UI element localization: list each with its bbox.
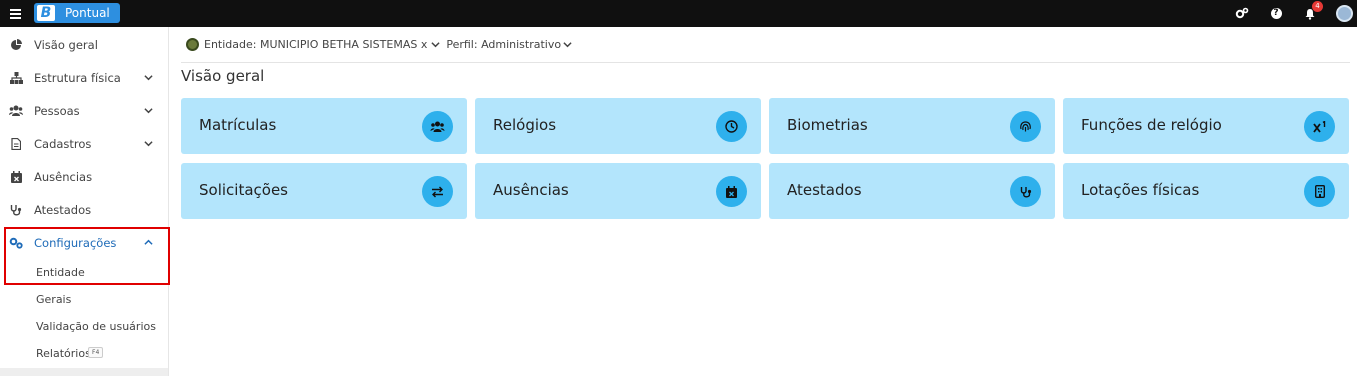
sidebar-item-label: Visão geral xyxy=(34,37,98,52)
sidebar-item-label: Cadastros xyxy=(34,136,92,151)
users-icon xyxy=(422,111,453,142)
chevron-down-icon xyxy=(144,141,153,147)
card-label: Matrículas xyxy=(199,116,277,134)
brand-letter: B xyxy=(37,5,55,21)
sidebar-item-atestados[interactable]: Atestados xyxy=(0,193,168,226)
menu-icon[interactable] xyxy=(0,0,30,27)
sidebar-subitem-validacao-usuarios[interactable]: Validação de usuários xyxy=(0,313,168,339)
fingerprint-icon xyxy=(1010,111,1041,142)
help-icon[interactable]: ? xyxy=(1268,6,1284,22)
help-glyph: ? xyxy=(1270,8,1282,19)
top-bar: B Pontual ? 4 xyxy=(0,0,1357,27)
sidebar-subitem-label: Validação de usuários xyxy=(36,319,156,333)
notification-badge: 4 xyxy=(1312,0,1323,12)
card-label: Biometrias xyxy=(787,116,868,134)
sidebar-item-label: Estrutura física xyxy=(34,70,121,85)
stethoscope-icon xyxy=(1010,176,1041,207)
card-funcoes-relogio[interactable]: Funções de relógio xyxy=(1063,98,1349,154)
card-label: Funções de relógio xyxy=(1081,116,1222,134)
sidebar-footer xyxy=(0,368,168,376)
pie-chart-icon xyxy=(9,38,23,52)
card-label: Solicitações xyxy=(199,181,288,199)
sidebar: Visão geral Estrutura física Pessoas Cad… xyxy=(0,27,169,376)
sidebar-item-pessoas[interactable]: Pessoas xyxy=(0,94,168,127)
brand-logo[interactable]: B Pontual xyxy=(34,3,120,23)
chevron-down-icon[interactable] xyxy=(431,40,440,49)
card-label: Relógios xyxy=(493,116,557,134)
brand-name: Pontual xyxy=(65,6,110,20)
sidebar-item-label: Atestados xyxy=(34,202,92,217)
card-atestados[interactable]: Atestados xyxy=(769,163,1055,219)
building-icon xyxy=(1304,176,1335,207)
calendar-x-icon xyxy=(716,176,747,207)
card-biometrias[interactable]: Biometrias xyxy=(769,98,1055,154)
chevron-down-icon[interactable] xyxy=(563,40,572,49)
context-bar: Entidade: MUNICIPIO BETHA SISTEMAS x Per… xyxy=(181,34,578,54)
page-title: Visão geral xyxy=(181,67,265,85)
card-label: Atestados xyxy=(787,181,862,199)
card-solicitacoes[interactable]: Solicitações xyxy=(181,163,467,219)
card-matriculas[interactable]: Matrículas xyxy=(181,98,467,154)
divider xyxy=(181,62,1350,63)
clock-icon xyxy=(716,111,747,142)
sidebar-item-visao-geral[interactable]: Visão geral xyxy=(0,28,168,61)
exchange-icon xyxy=(422,176,453,207)
sidebar-subitem-gerais[interactable]: Gerais xyxy=(0,286,168,312)
card-ausencias[interactable]: Ausências xyxy=(475,163,761,219)
card-label: Ausências xyxy=(493,181,569,199)
card-relogios[interactable]: Relógios xyxy=(475,98,761,154)
entity-emblem-icon xyxy=(186,37,199,51)
card-lotacoes-fisicas[interactable]: Lotações físicas xyxy=(1063,163,1349,219)
sidebar-subitem-label: Relatórios xyxy=(36,346,91,360)
sitemap-icon xyxy=(9,71,23,85)
sidebar-item-label: Ausências xyxy=(34,169,93,184)
stethoscope-icon xyxy=(9,203,23,217)
settings-gears-icon[interactable] xyxy=(1234,6,1250,22)
shortcut-badge: F4 xyxy=(88,347,104,358)
chevron-down-icon xyxy=(144,108,153,114)
superscript-icon xyxy=(1304,111,1335,142)
highlight-annotation xyxy=(4,227,170,285)
sidebar-subitem-relatorios[interactable]: Relatórios F4 xyxy=(0,340,168,366)
calendar-x-icon xyxy=(9,170,23,184)
document-icon xyxy=(9,137,23,151)
users-icon xyxy=(9,104,23,118)
sidebar-item-estrutura-fisica[interactable]: Estrutura física xyxy=(0,61,168,94)
sidebar-item-cadastros[interactable]: Cadastros xyxy=(0,127,168,160)
profile-selector[interactable]: Perfil: Administrativo xyxy=(446,38,561,51)
chevron-down-icon xyxy=(144,75,153,81)
sidebar-item-label: Pessoas xyxy=(34,103,80,118)
bell-icon[interactable]: 4 xyxy=(1302,0,1323,22)
avatar[interactable] xyxy=(1336,5,1353,22)
sidebar-subitem-label: Gerais xyxy=(36,292,72,306)
entity-selector[interactable]: Entidade: MUNICIPIO BETHA SISTEMAS x xyxy=(204,38,427,51)
sidebar-item-ausencias[interactable]: Ausências xyxy=(0,160,168,193)
card-label: Lotações físicas xyxy=(1081,181,1200,199)
